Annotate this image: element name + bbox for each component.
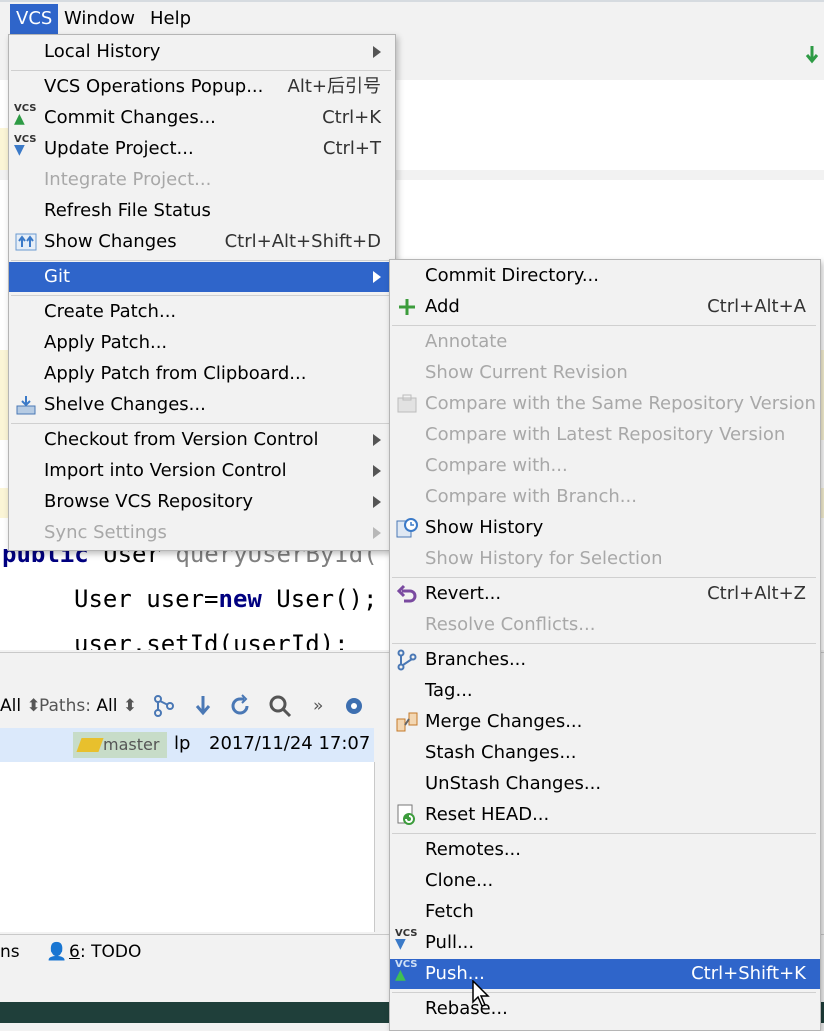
vcs-update-icon[interactable]: [804, 44, 820, 68]
menu-item-git[interactable]: Git: [9, 262, 395, 292]
menu-item-show-history-selection[interactable]: Show History for Selection: [390, 544, 820, 574]
menu-item-compare-same-repo[interactable]: Compare with the Same Repository Version: [390, 389, 820, 419]
user-filter[interactable]: All ⬍: [0, 686, 41, 726]
todo-tab[interactable]: : TODO: [80, 942, 141, 962]
menu-bar: VCS Window Help: [0, 0, 824, 36]
menu-item-add[interactable]: Add Ctrl+Alt+A: [390, 292, 820, 322]
revert-icon: [396, 584, 417, 603]
gear-icon[interactable]: [342, 694, 366, 718]
tool-window-tab-fragment[interactable]: ns: [0, 942, 20, 962]
menu-item-branches[interactable]: Branches...: [390, 645, 820, 675]
branches-icon: [397, 649, 417, 671]
submenu-arrow-icon: [373, 496, 381, 508]
push-icon: VCS ▲: [395, 959, 418, 983]
code-line-new-user: User user=new User();: [74, 585, 377, 613]
submenu-arrow-icon: [373, 46, 381, 58]
menu-item-sync-settings[interactable]: Sync Settings: [9, 518, 395, 548]
menu-item-merge-changes[interactable]: Merge Changes...: [390, 707, 820, 737]
submenu-arrow-icon: [373, 465, 381, 477]
vcs-menu: Local History VCS Operations Popup... Alt…: [8, 34, 396, 551]
menu-separator: [392, 577, 816, 578]
menu-separator: [392, 643, 816, 644]
git-submenu: Commit Directory... Add Ctrl+Alt+A Annota…: [389, 259, 821, 1031]
merge-icon: [396, 712, 418, 732]
menu-item-unstash-changes[interactable]: UnStash Changes...: [390, 769, 820, 799]
plus-icon: [399, 299, 415, 315]
menu-item-pull[interactable]: VCS ▼ Pull...: [390, 928, 820, 958]
menu-item-revert[interactable]: Revert... Ctrl+Alt+Z: [390, 579, 820, 609]
menu-item-shelve-changes[interactable]: Shelve Changes...: [9, 390, 395, 420]
menu-item-clone[interactable]: Clone...: [390, 866, 820, 896]
pull-icon: VCS ▼: [395, 928, 418, 952]
menu-item-show-history[interactable]: Show History: [390, 513, 820, 543]
menu-item-apply-patch-clipboard[interactable]: Apply Patch from Clipboard...: [9, 359, 395, 389]
menu-item-push[interactable]: VCS ▲ Push... Ctrl+Shift+K: [390, 959, 820, 989]
menu-item-browse-repo[interactable]: Browse VCS Repository: [9, 487, 395, 517]
commit-date: 2017/11/24 17:07: [209, 733, 371, 754]
todo-tab-number[interactable]: 6: [69, 942, 80, 962]
menu-item-update-project[interactable]: VCS ▼ Update Project... Ctrl+T: [9, 134, 395, 164]
menu-item-create-patch[interactable]: Create Patch...: [9, 297, 395, 327]
branch-graph-icon[interactable]: [152, 694, 176, 718]
menu-item-stash-changes[interactable]: Stash Changes...: [390, 738, 820, 768]
commit-author: lp: [174, 733, 191, 754]
fetch-icon[interactable]: [192, 694, 214, 718]
menu-item-compare-latest-repo[interactable]: Compare with Latest Repository Version: [390, 420, 820, 450]
update-icon: VCS ▼: [14, 134, 37, 158]
menu-separator: [392, 833, 816, 834]
menu-item-remotes[interactable]: Remotes...: [390, 835, 820, 865]
menu-item-compare-with-branch[interactable]: Compare with Branch...: [390, 482, 820, 512]
menu-item-apply-patch[interactable]: Apply Patch...: [9, 328, 395, 358]
compare-icon: [397, 394, 417, 413]
menu-item-compare-with[interactable]: Compare with...: [390, 451, 820, 481]
shelve-icon: [16, 396, 36, 415]
menu-window[interactable]: Window: [58, 4, 141, 34]
menu-item-commit-directory[interactable]: Commit Directory...: [390, 261, 820, 291]
code-keyword: new: [218, 585, 262, 613]
menu-separator: [11, 423, 391, 424]
menu-item-integrate-project[interactable]: Integrate Project...: [9, 165, 395, 195]
menu-item-vcs-operations-popup[interactable]: VCS Operations Popup... Alt+后引号: [9, 72, 395, 102]
menu-vcs[interactable]: VCS: [10, 4, 59, 34]
submenu-arrow-icon: [373, 434, 381, 446]
search-icon[interactable]: [268, 694, 292, 718]
menu-item-rebase[interactable]: Rebase...: [390, 994, 820, 1024]
menu-item-show-current-revision[interactable]: Show Current Revision: [390, 358, 820, 388]
commit-list[interactable]: [0, 762, 375, 932]
menu-separator: [392, 325, 816, 326]
menu-item-show-changes[interactable]: Show Changes Ctrl+Alt+Shift+D: [9, 227, 395, 257]
more-actions-icon[interactable]: »: [313, 686, 323, 726]
menu-help[interactable]: Help: [144, 4, 197, 34]
menu-item-fetch[interactable]: Fetch: [390, 897, 820, 927]
commit-icon: VCS ▲: [14, 103, 37, 127]
log-toolbar: All ⬍ Paths: All ⬍ »: [0, 686, 390, 726]
show-changes-icon: [15, 233, 37, 251]
mouse-cursor-icon: [472, 980, 490, 1007]
menu-separator: [392, 992, 816, 993]
todo-icon: 👤: [46, 942, 68, 962]
menu-item-checkout-vc[interactable]: Checkout from Version Control: [9, 425, 395, 455]
menu-item-local-history[interactable]: Local History: [9, 37, 395, 67]
menu-item-import-vc[interactable]: Import into Version Control: [9, 456, 395, 486]
menu-item-reset-head[interactable]: Reset HEAD...: [390, 800, 820, 830]
code-line-set-id: user.setId(userId);: [74, 630, 349, 650]
menu-item-annotate[interactable]: Annotate: [390, 327, 820, 357]
menu-separator: [11, 295, 391, 296]
paths-filter[interactable]: Paths: All ⬍: [39, 686, 137, 726]
submenu-arrow-icon: [373, 271, 381, 283]
history-icon: [396, 518, 418, 538]
refresh-icon[interactable]: [228, 694, 252, 718]
menu-item-commit-changes[interactable]: VCS ▲ Commit Changes... Ctrl+K: [9, 103, 395, 133]
code-text: User();: [261, 585, 378, 613]
menu-item-tag[interactable]: Tag...: [390, 676, 820, 706]
menu-separator: [11, 70, 391, 71]
menu-separator: [11, 260, 391, 261]
menu-item-refresh-file-status[interactable]: Refresh File Status: [9, 196, 395, 226]
reset-icon: [397, 804, 415, 825]
submenu-arrow-icon: [373, 527, 381, 539]
code-text: User user=: [74, 585, 219, 613]
menu-item-resolve-conflicts[interactable]: Resolve Conflicts...: [390, 610, 820, 640]
